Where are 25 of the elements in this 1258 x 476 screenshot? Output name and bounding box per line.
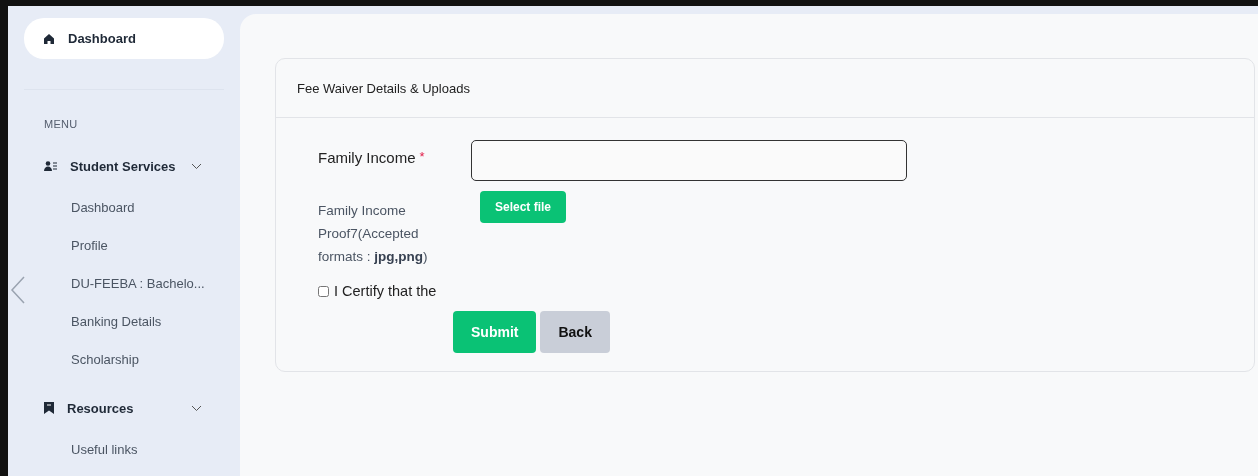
sidebar-item[interactable]: Useful links <box>24 430 224 468</box>
checkbox[interactable] <box>318 285 329 297</box>
sidebar-item[interactable]: Banking Details <box>24 302 224 340</box>
checkbox-label: I Certify that the <box>334 283 437 299</box>
group-label: Resources <box>67 400 134 416</box>
sidebar-item[interactable]: Scholarship <box>24 340 224 378</box>
card-title: Fee Waiver Details & Uploads <box>276 59 1254 118</box>
field-label: Family Income <box>318 149 416 166</box>
bookmark-icon <box>44 402 54 414</box>
back-button[interactable]: Back <box>540 311 610 353</box>
required-mark: * <box>419 149 425 164</box>
user-list-icon <box>44 161 57 171</box>
sidebar-item[interactable]: Profile <box>24 226 224 264</box>
sidebar-item[interactable]: DU-FEEBA : Bachelo... <box>24 264 224 302</box>
menu-section-label: MENU <box>43 118 79 130</box>
chevron-down-icon <box>191 162 202 170</box>
upload-label: Family Income Proof7(Accepted formats : jpg,png) <box>318 202 429 266</box>
dashboard-nav-item[interactable]: Dashboard <box>24 18 224 59</box>
group-label: Student Services <box>70 158 176 174</box>
home-icon <box>44 33 54 44</box>
sidebar-item[interactable]: Dashboard <box>24 188 224 226</box>
sidebar-group[interactable]: Resources <box>24 398 224 418</box>
sidebar-group[interactable]: Student Services <box>24 156 224 176</box>
chevron-down-icon <box>191 404 202 412</box>
input-field[interactable] <box>471 140 907 181</box>
